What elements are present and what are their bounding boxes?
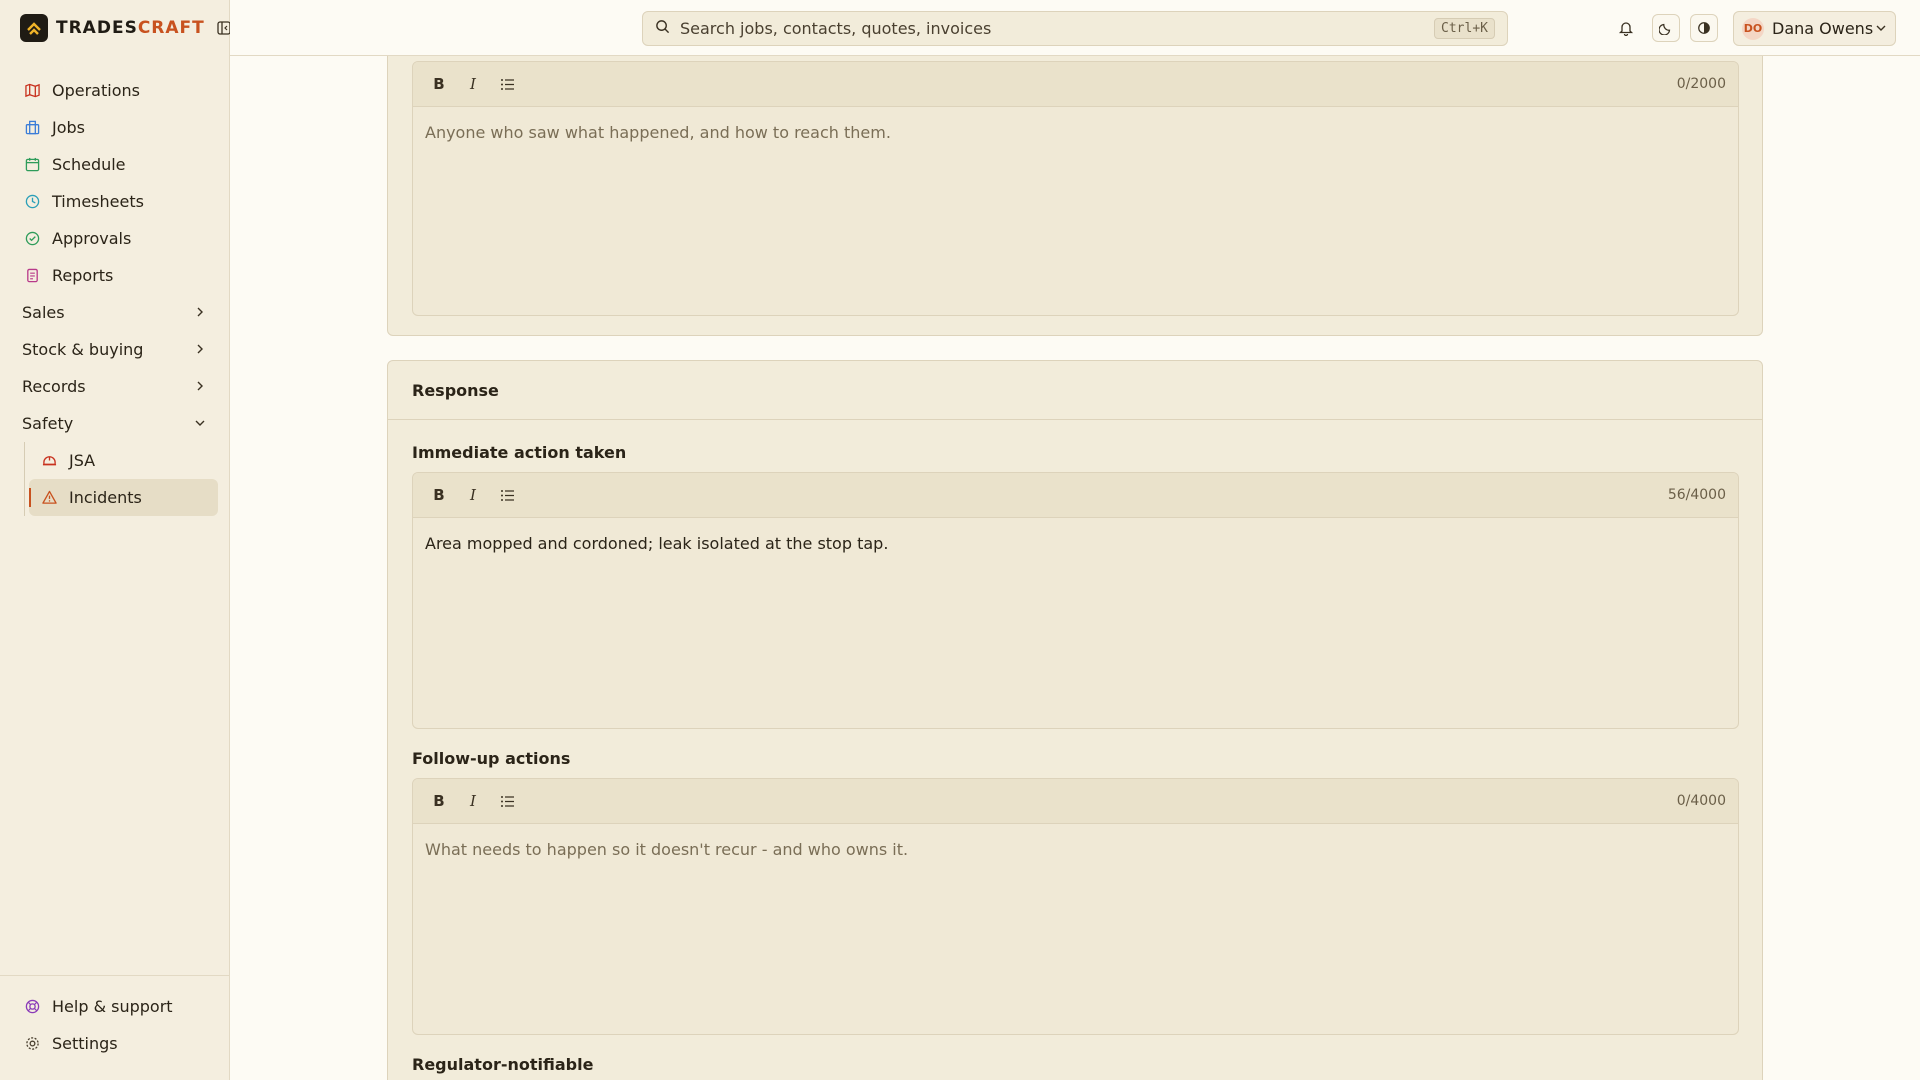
gear-icon (24, 1036, 40, 1052)
sidebar-nav: Operations Jobs Schedule Timesheets Appr… (12, 72, 218, 516)
character-counter: 0/4000 (1676, 793, 1726, 809)
sidebar-item-label: JSA (69, 451, 96, 470)
italic-button[interactable]: I (459, 70, 487, 98)
character-counter: 0/2000 (1676, 76, 1726, 92)
sidebar: TRADESCRAFT Operations Jobs Schedule Tim… (0, 0, 233, 1080)
search-placeholder: Search jobs, contacts, quotes, invoices (680, 19, 992, 38)
regulator-notifiable-label: Regulator-notifiable (412, 1055, 594, 1074)
editor-toolbar: B I 0/4000 (413, 779, 1738, 824)
lifebuoy-icon (24, 999, 40, 1015)
search-icon (655, 19, 670, 38)
editor-toolbar: B I 0/2000 (413, 62, 1738, 107)
sidebar-group-label: Sales (22, 303, 65, 322)
sidebar-group-safety[interactable]: Safety (10, 405, 218, 442)
sidebar-item-incidents[interactable]: Incidents (29, 479, 218, 516)
chevron-down-icon (1875, 19, 1887, 38)
list-button[interactable] (493, 787, 521, 815)
sidebar-item-schedule[interactable]: Schedule (12, 146, 218, 183)
witnesses-placeholder: Anyone who saw what happened, and how to… (425, 123, 891, 142)
search-input[interactable]: Search jobs, contacts, quotes, invoices … (642, 11, 1508, 46)
warning-icon (41, 490, 57, 506)
sidebar-item-label: Help & support (52, 997, 173, 1016)
follow-up-placeholder: What needs to happen so it doesn't recur… (425, 840, 909, 859)
brand-logo-icon (20, 14, 48, 42)
follow-up-label: Follow-up actions (412, 749, 571, 768)
bold-button[interactable]: B (425, 481, 453, 509)
brand-name: TRADESCRAFT (56, 18, 205, 38)
character-counter: 56/4000 (1667, 487, 1726, 503)
card-title: Response (388, 361, 1762, 420)
sidebar-group-sales[interactable]: Sales (10, 294, 218, 331)
check-circle-icon (24, 231, 40, 247)
chevron-right-icon (194, 303, 206, 322)
chevron-down-icon (194, 414, 206, 433)
sidebar-footer: Help & support Settings (0, 975, 230, 1080)
response-card: Response Immediate action taken B I 56/4… (387, 360, 1763, 1080)
search-shortcut-badge: Ctrl+K (1434, 18, 1495, 39)
italic-button[interactable]: I (459, 787, 487, 815)
sidebar-item-label: Incidents (69, 488, 142, 507)
sidebar-item-help[interactable]: Help & support (12, 988, 218, 1025)
sidebar-item-timesheets[interactable]: Timesheets (12, 183, 218, 220)
bold-button[interactable]: B (425, 787, 453, 815)
top-bar: Search jobs, contacts, quotes, invoices … (230, 0, 1920, 56)
hard-hat-icon (41, 453, 57, 469)
sidebar-item-settings[interactable]: Settings (12, 1025, 218, 1062)
sidebar-group-label: Safety (22, 414, 74, 433)
editor-toolbar: B I 56/4000 (413, 473, 1738, 518)
sidebar-group-label: Records (22, 377, 86, 396)
list-button[interactable] (493, 481, 521, 509)
bold-button[interactable]: B (425, 70, 453, 98)
sidebar-item-operations[interactable]: Operations (12, 72, 218, 109)
list-button[interactable] (493, 70, 521, 98)
sidebar-item-label: Approvals (52, 229, 132, 248)
sidebar-item-approvals[interactable]: Approvals (12, 220, 218, 257)
sidebar-item-jobs[interactable]: Jobs (12, 109, 218, 146)
italic-button[interactable]: I (459, 481, 487, 509)
user-name: Dana Owens (1772, 19, 1874, 38)
map-icon (24, 83, 40, 99)
sidebar-item-label: Reports (52, 266, 114, 285)
witnesses-editor[interactable]: B I 0/2000 Anyone who saw what happened,… (412, 61, 1739, 316)
immediate-action-label: Immediate action taken (412, 443, 627, 462)
chevron-right-icon (194, 377, 206, 396)
sidebar-item-jsa[interactable]: JSA (29, 442, 218, 479)
sidebar-item-label: Schedule (52, 155, 126, 174)
sidebar-item-label: Timesheets (52, 192, 144, 211)
immediate-action-text: Area mopped and cordoned; leak isolated … (425, 534, 889, 553)
user-menu[interactable]: DO Dana Owens (1733, 11, 1896, 46)
calendar-icon (24, 157, 40, 173)
sidebar-item-label: Settings (52, 1034, 118, 1053)
chevron-right-icon (194, 340, 206, 359)
sidebar-item-label: Operations (52, 81, 140, 100)
sidebar-item-label: Jobs (52, 118, 85, 137)
sidebar-item-reports[interactable]: Reports (12, 257, 218, 294)
dark-mode-moon-icon[interactable] (1652, 14, 1680, 42)
building-icon (24, 120, 40, 136)
safety-submenu: JSA Incidents (24, 442, 218, 516)
report-icon (24, 268, 40, 284)
contrast-icon[interactable] (1690, 14, 1718, 42)
clock-icon (24, 194, 40, 210)
follow-up-editor[interactable]: B I 0/4000 What needs to happen so it do… (412, 778, 1739, 1035)
sidebar-group-records[interactable]: Records (10, 368, 218, 405)
sidebar-group-label: Stock & buying (22, 340, 144, 359)
bell-icon[interactable] (1612, 14, 1640, 42)
brand[interactable]: TRADESCRAFT (20, 14, 233, 42)
avatar: DO (1742, 17, 1764, 40)
sidebar-group-stock[interactable]: Stock & buying (10, 331, 218, 368)
immediate-action-editor[interactable]: B I 56/4000 Area mopped and cordoned; le… (412, 472, 1739, 729)
